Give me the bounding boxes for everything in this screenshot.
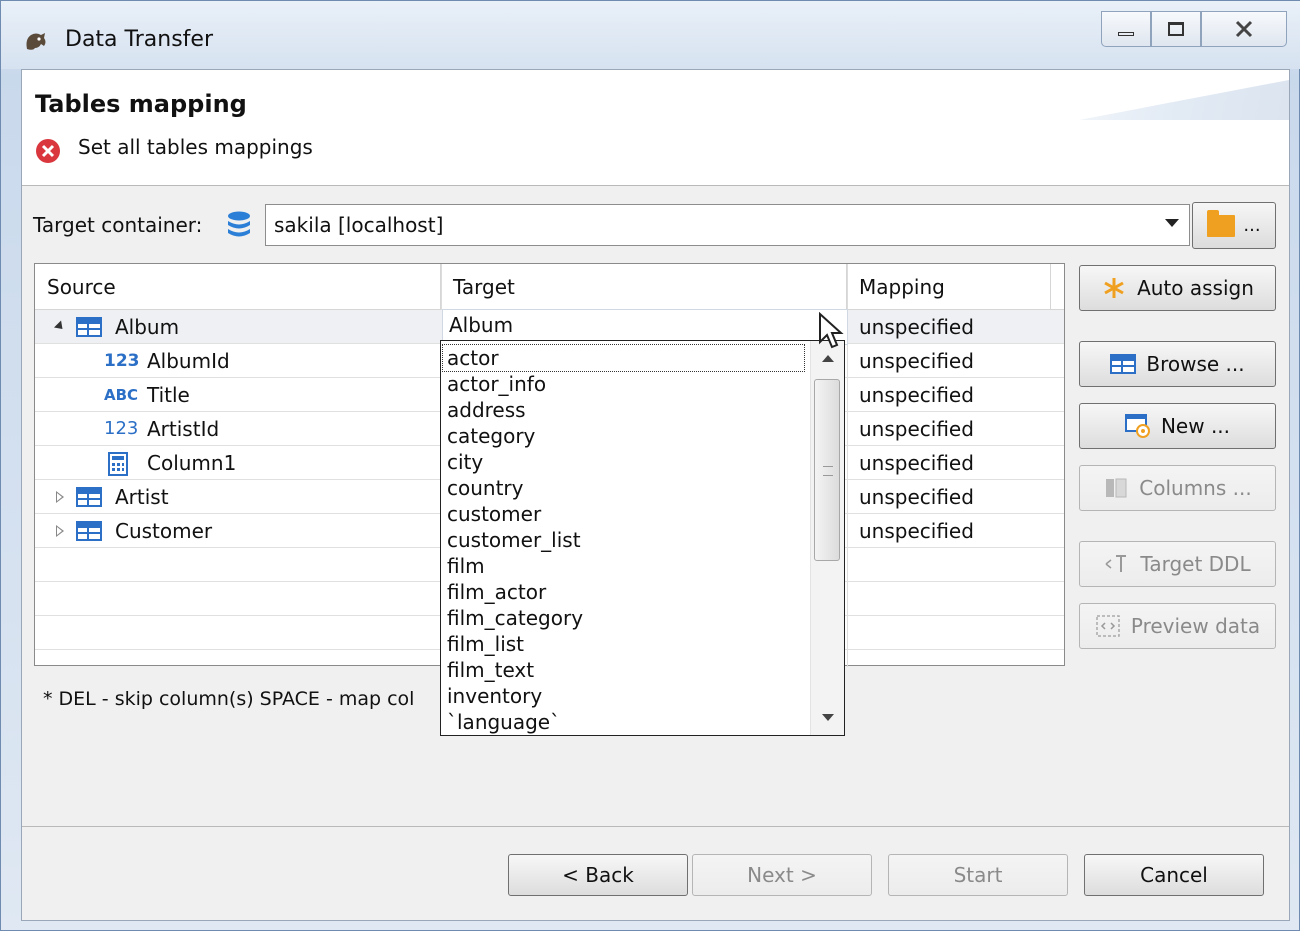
grip-icon bbox=[823, 466, 833, 476]
mapping-cell: unspecified bbox=[859, 519, 974, 543]
error-icon bbox=[36, 139, 60, 163]
source-cell: ArtistId bbox=[147, 417, 220, 441]
numeric-type-icon: 123 bbox=[104, 418, 139, 439]
minimize-icon bbox=[1118, 32, 1134, 36]
maximize-icon bbox=[1168, 22, 1184, 36]
list-item[interactable]: category bbox=[447, 423, 535, 449]
list-item[interactable]: country bbox=[447, 475, 523, 501]
scroll-up-icon[interactable] bbox=[822, 355, 834, 362]
preview-icon bbox=[1096, 615, 1120, 637]
list-item[interactable]: actor_info bbox=[447, 371, 546, 397]
cancel-button[interactable]: Cancel bbox=[1084, 854, 1264, 896]
mapping-cell: unspecified bbox=[859, 349, 974, 373]
table-icon bbox=[76, 317, 102, 337]
preview-data-label: Preview data bbox=[1130, 614, 1261, 638]
preview-data-button[interactable]: Preview data bbox=[1079, 603, 1276, 649]
source-cell: AlbumId bbox=[147, 349, 230, 373]
page-message: Set all tables mappings bbox=[78, 135, 313, 159]
list-item[interactable]: address bbox=[447, 397, 526, 423]
close-icon bbox=[1235, 20, 1253, 38]
database-icon bbox=[228, 211, 250, 237]
mapping-cell: unspecified bbox=[859, 315, 974, 339]
list-item[interactable]: actor bbox=[442, 344, 805, 372]
target-container-label: Target container: bbox=[33, 213, 203, 237]
calculator-icon bbox=[108, 452, 128, 476]
mouse-pointer-icon bbox=[819, 312, 844, 349]
list-item[interactable]: film_category bbox=[447, 605, 583, 631]
next-button[interactable]: Next > bbox=[692, 854, 872, 896]
list-item[interactable]: `language` bbox=[447, 709, 560, 735]
scrollbar-thumb[interactable] bbox=[814, 379, 840, 561]
table-icon bbox=[76, 521, 102, 541]
text-type-icon: ABC bbox=[104, 386, 139, 404]
minimize-button[interactable] bbox=[1101, 11, 1151, 47]
target-container-combo[interactable]: sakila [localhost] bbox=[265, 204, 1190, 246]
back-button[interactable]: < Back bbox=[508, 854, 688, 896]
auto-assign-label: Auto assign bbox=[1137, 276, 1254, 300]
mapping-cell: unspecified bbox=[859, 417, 974, 441]
source-cell: Title bbox=[147, 383, 190, 407]
collapsed-arrow-icon[interactable] bbox=[56, 491, 64, 503]
source-cell: Artist bbox=[115, 485, 169, 509]
keyboard-hint: * DEL - skip column(s) SPACE - map col bbox=[43, 688, 415, 710]
chevron-down-icon bbox=[1165, 219, 1179, 227]
table-icon bbox=[1110, 352, 1137, 376]
ddl-icon bbox=[1105, 555, 1127, 572]
columns-icon bbox=[1106, 478, 1127, 498]
folder-button-label: ... bbox=[1243, 215, 1261, 236]
mapping-cell: unspecified bbox=[859, 451, 974, 475]
column-header-target[interactable]: Target bbox=[441, 264, 847, 310]
dbeaver-app-icon bbox=[26, 33, 46, 50]
mapping-cell: unspecified bbox=[859, 485, 974, 509]
list-item[interactable]: film_actor bbox=[447, 579, 546, 605]
target-ddl-label: Target DDL bbox=[1140, 552, 1251, 576]
window-controls bbox=[1101, 11, 1287, 47]
list-item[interactable]: customer bbox=[447, 501, 541, 527]
new-label: New ... bbox=[1160, 414, 1231, 438]
new-table-icon bbox=[1124, 414, 1150, 438]
column-header-source[interactable]: Source bbox=[35, 264, 441, 310]
scroll-down-icon[interactable] bbox=[822, 714, 834, 721]
start-button[interactable]: Start bbox=[888, 854, 1068, 896]
expand-icon[interactable] bbox=[53, 320, 67, 333]
footer-divider bbox=[22, 826, 1289, 827]
header-decoration bbox=[1079, 80, 1289, 120]
list-item[interactable]: inventory bbox=[447, 683, 542, 709]
list-item[interactable]: film_list bbox=[447, 631, 524, 657]
source-cell: Customer bbox=[115, 519, 213, 543]
window-title: Data Transfer bbox=[65, 27, 213, 52]
table-header: Source Target Mapping bbox=[35, 264, 1064, 310]
source-cell: Column1 bbox=[147, 451, 237, 475]
list-item[interactable]: city bbox=[447, 449, 483, 475]
browse-label: Browse ... bbox=[1146, 352, 1245, 376]
collapsed-arrow-icon[interactable] bbox=[56, 525, 64, 537]
dropdown-scrollbar[interactable] bbox=[810, 341, 844, 735]
folder-icon bbox=[1207, 209, 1236, 237]
page-header: Tables mapping Set all tables mappings bbox=[22, 70, 1289, 186]
list-item[interactable]: customer_list bbox=[447, 527, 581, 553]
numeric-key-icon: 123 bbox=[104, 351, 140, 371]
browse-button[interactable]: Browse ... bbox=[1079, 341, 1276, 387]
target-dropdown-list[interactable]: actor actor_info address category city c… bbox=[440, 340, 845, 736]
columns-button[interactable]: Columns ... bbox=[1079, 465, 1276, 511]
auto-assign-button[interactable]: Auto assign bbox=[1079, 265, 1276, 311]
list-item[interactable]: film bbox=[447, 553, 485, 579]
page-title: Tables mapping bbox=[35, 90, 247, 118]
target-container-value: sakila [localhost] bbox=[274, 213, 444, 237]
title-bar: Data Transfer bbox=[1, 1, 1300, 69]
choose-folder-button[interactable]: ... bbox=[1192, 202, 1276, 249]
column-header-mapping[interactable]: Mapping bbox=[847, 264, 1051, 310]
maximize-button[interactable] bbox=[1151, 11, 1201, 47]
columns-label: Columns ... bbox=[1139, 476, 1252, 500]
new-button[interactable]: New ... bbox=[1079, 403, 1276, 449]
source-cell: Album bbox=[115, 315, 180, 339]
asterisk-icon bbox=[1104, 278, 1124, 298]
list-item[interactable]: film_text bbox=[447, 657, 534, 683]
close-button[interactable] bbox=[1201, 11, 1287, 47]
table-icon bbox=[76, 487, 102, 507]
mapping-cell: unspecified bbox=[859, 383, 974, 407]
target-ddl-button[interactable]: Target DDL bbox=[1079, 541, 1276, 587]
